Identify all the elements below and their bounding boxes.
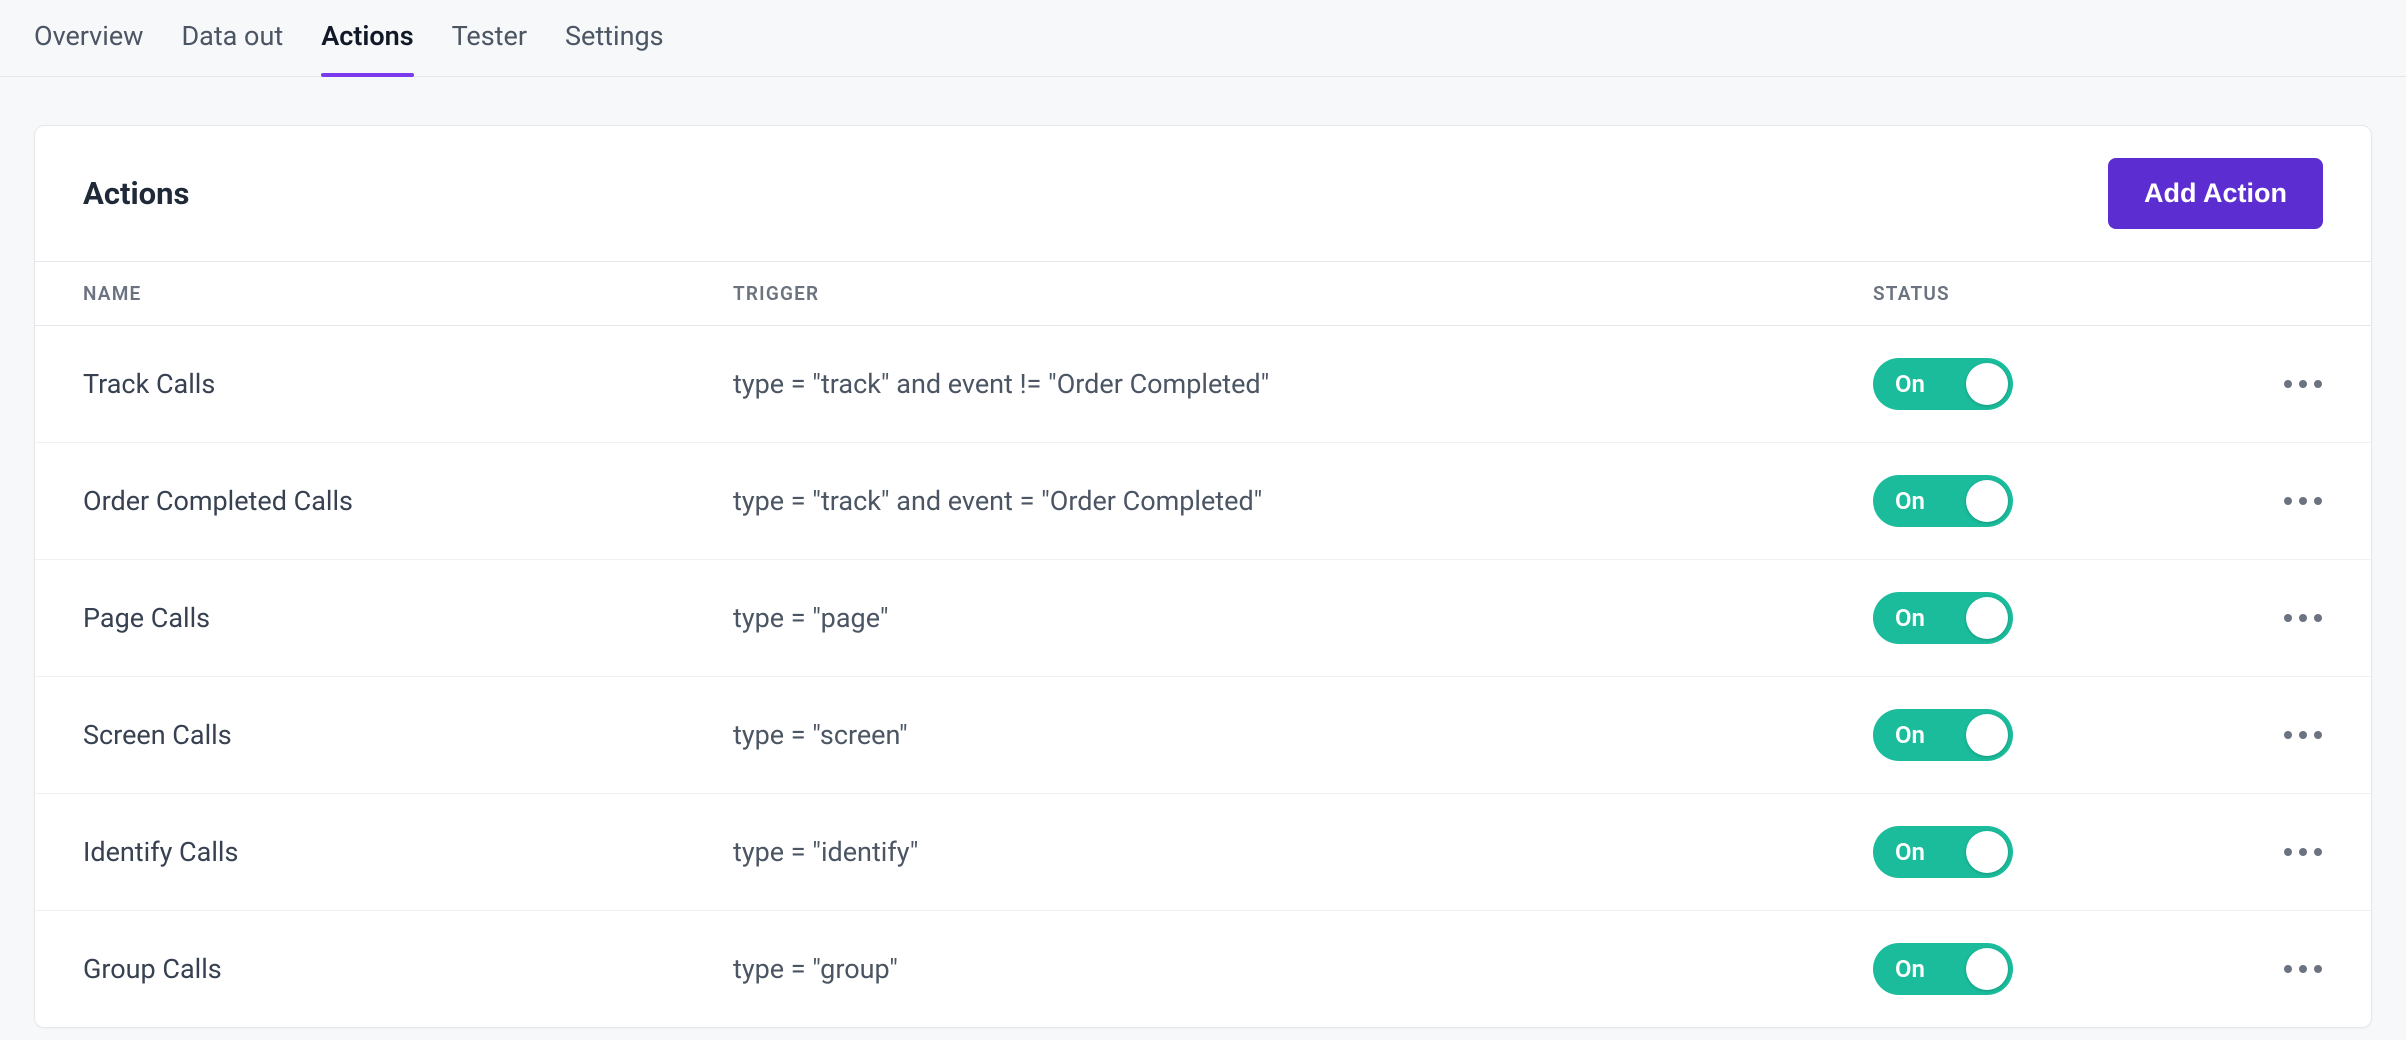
tab-bar: Overview Data out Actions Tester Setting… [0, 0, 2406, 77]
action-name: Order Completed Calls [83, 485, 733, 517]
action-trigger: type = "identify" [733, 836, 1873, 868]
more-horizontal-icon [2283, 847, 2323, 857]
tab-settings[interactable]: Settings [565, 20, 664, 76]
tab-actions[interactable]: Actions [321, 20, 413, 76]
column-trigger: TRIGGER [733, 282, 1873, 305]
status-cell: On [1873, 709, 2203, 761]
toggle-label: On [1895, 604, 1925, 632]
status-toggle[interactable]: On [1873, 826, 2013, 878]
status-toggle[interactable]: On [1873, 592, 2013, 644]
column-status: STATUS [1873, 282, 2203, 305]
card-header: Actions Add Action [35, 126, 2371, 261]
action-name: Screen Calls [83, 719, 733, 751]
actions-card: Actions Add Action NAME TRIGGER STATUS T… [34, 125, 2372, 1028]
add-action-button[interactable]: Add Action [2108, 158, 2323, 229]
table-row: Identify Callstype = "identify" On [35, 794, 2371, 911]
toggle-label: On [1895, 721, 1925, 749]
status-cell: On [1873, 475, 2203, 527]
row-actions-menu[interactable] [2203, 613, 2323, 623]
table-row: Screen Callstype = "screen" On [35, 677, 2371, 794]
column-name: NAME [83, 282, 733, 305]
status-cell: On [1873, 358, 2203, 410]
toggle-knob [1966, 714, 2008, 756]
status-toggle[interactable]: On [1873, 709, 2013, 761]
toggle-knob [1966, 948, 2008, 990]
toggle-label: On [1895, 955, 1925, 983]
more-horizontal-icon [2283, 496, 2323, 506]
row-actions-menu[interactable] [2203, 730, 2323, 740]
action-name: Page Calls [83, 602, 733, 634]
more-horizontal-icon [2283, 730, 2323, 740]
status-cell: On [1873, 826, 2203, 878]
toggle-knob [1966, 480, 2008, 522]
row-actions-menu[interactable] [2203, 847, 2323, 857]
table-row: Group Callstype = "group" On [35, 911, 2371, 1027]
action-name: Identify Calls [83, 836, 733, 868]
table-row: Order Completed Callstype = "track" and … [35, 443, 2371, 560]
row-actions-menu[interactable] [2203, 379, 2323, 389]
tab-overview[interactable]: Overview [34, 20, 143, 76]
row-actions-menu[interactable] [2203, 496, 2323, 506]
card-title: Actions [83, 175, 189, 212]
status-cell: On [1873, 943, 2203, 995]
more-horizontal-icon [2283, 613, 2323, 623]
action-trigger: type = "page" [733, 602, 1873, 634]
tab-tester[interactable]: Tester [452, 20, 527, 76]
action-trigger: type = "track" and event = "Order Comple… [733, 485, 1873, 517]
tab-data-out[interactable]: Data out [181, 20, 283, 76]
toggle-knob [1966, 597, 2008, 639]
toggle-knob [1966, 363, 2008, 405]
action-trigger: type = "track" and event != "Order Compl… [733, 368, 1873, 400]
action-trigger: type = "group" [733, 953, 1873, 985]
status-cell: On [1873, 592, 2203, 644]
status-toggle[interactable]: On [1873, 475, 2013, 527]
more-horizontal-icon [2283, 964, 2323, 974]
row-actions-menu[interactable] [2203, 964, 2323, 974]
table-row: Page Callstype = "page" On [35, 560, 2371, 677]
status-toggle[interactable]: On [1873, 358, 2013, 410]
toggle-label: On [1895, 487, 1925, 515]
table-row: Track Callstype = "track" and event != "… [35, 326, 2371, 443]
toggle-label: On [1895, 370, 1925, 398]
table-header: NAME TRIGGER STATUS [35, 261, 2371, 326]
action-name: Group Calls [83, 953, 733, 985]
more-horizontal-icon [2283, 379, 2323, 389]
action-trigger: type = "screen" [733, 719, 1873, 751]
action-name: Track Calls [83, 368, 733, 400]
status-toggle[interactable]: On [1873, 943, 2013, 995]
toggle-knob [1966, 831, 2008, 873]
toggle-label: On [1895, 838, 1925, 866]
